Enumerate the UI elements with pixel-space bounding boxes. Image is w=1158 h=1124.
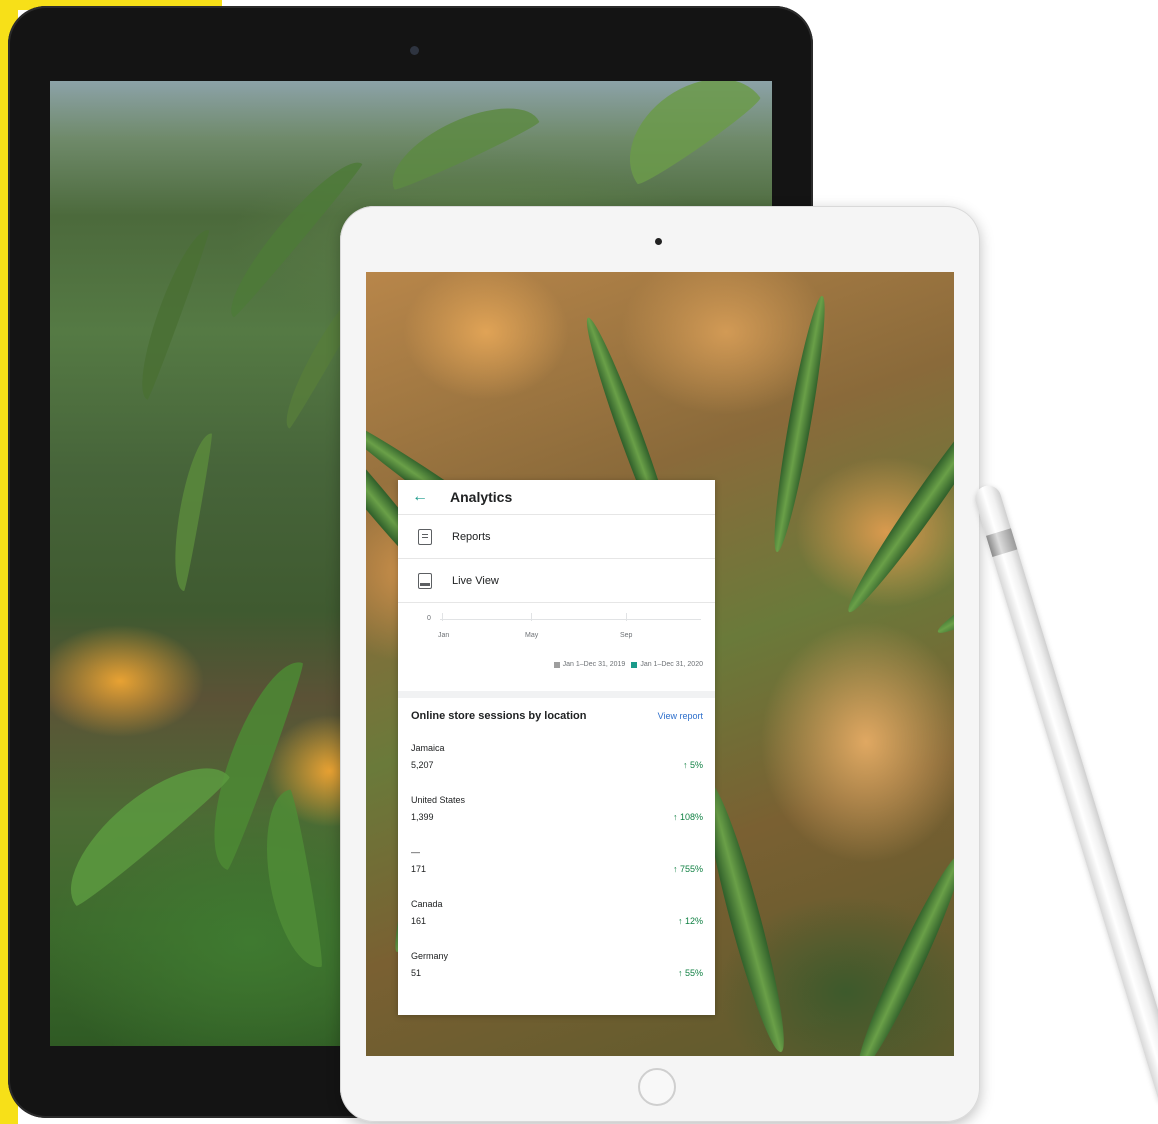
view-report-link[interactable]: View report (658, 711, 703, 721)
home-button (638, 1068, 676, 1106)
legend-swatch-2020 (631, 661, 638, 668)
sessions-chart: 0 Jan May Sep Jan 1–Dec 31, 2019 Jan 1–D… (398, 603, 715, 698)
location-sessions: 1,399 (411, 812, 434, 822)
menu-item-reports[interactable]: Reports (398, 515, 715, 559)
chart-axis (440, 619, 701, 620)
list-item: Jamaica 5,207 ↑ 5% (411, 734, 703, 772)
live-view-icon (418, 572, 432, 589)
location-sessions: 51 (411, 968, 422, 978)
front-camera (655, 238, 662, 245)
location-change: ↑ 755% (672, 864, 703, 874)
location-name: — (411, 847, 420, 857)
chart-tick (442, 613, 443, 621)
location-name: Canada (411, 899, 443, 909)
location-sessions: 5,207 (411, 760, 434, 770)
front-tablet: ← Analytics Reports Live View 0 Jan May … (340, 206, 980, 1122)
menu-item-live-view[interactable]: Live View (398, 559, 715, 603)
back-arrow-icon[interactable]: ← (412, 489, 428, 505)
chart-x-label: Sep (620, 632, 633, 639)
list-item: — 171 ↑ 755% (411, 824, 703, 876)
menu-item-label: Live View (452, 574, 499, 587)
location-sessions: 171 (411, 864, 427, 874)
location-change: ↑ 5% (682, 760, 703, 770)
front-tablet-screen: ← Analytics Reports Live View 0 Jan May … (366, 272, 954, 1056)
location-change: ↑ 108% (672, 812, 703, 822)
sessions-header: Online store sessions by location View r… (411, 698, 703, 734)
chart-tick (531, 613, 532, 621)
chart-x-label: May (525, 632, 539, 639)
menu-item-label: Reports (452, 530, 491, 543)
location-sessions: 161 (411, 916, 427, 926)
list-item: United States 1,399 ↑ 108% (411, 772, 703, 824)
legend-swatch-2019 (553, 661, 560, 668)
location-name: Jamaica (411, 743, 445, 753)
page-title: Analytics (450, 489, 513, 505)
list-item: Canada 161 ↑ 12% (411, 876, 703, 928)
chart-y-zero-label: 0 (427, 615, 431, 622)
legend-label-2019: Jan 1–Dec 31, 2019 (562, 661, 626, 668)
location-change: ↑ 12% (677, 916, 703, 926)
stylus-band (986, 528, 1018, 557)
analytics-header: ← Analytics (398, 480, 715, 515)
list-item: Germany 51 ↑ 55% (411, 928, 703, 980)
sessions-by-location: Online store sessions by location View r… (398, 698, 715, 980)
location-name: United States (411, 795, 466, 805)
chart-tick (626, 613, 627, 621)
stylus-pencil (972, 482, 1158, 1103)
chart-x-label: Jan (438, 632, 450, 639)
location-name: Germany (411, 951, 449, 961)
legend-label-2020: Jan 1–Dec 31, 2020 (640, 661, 703, 668)
analytics-panel: ← Analytics Reports Live View 0 Jan May … (398, 480, 715, 1015)
chart-legend: Jan 1–Dec 31, 2019 Jan 1–Dec 31, 2020 (548, 661, 703, 668)
front-camera (410, 46, 419, 55)
section-title: Online store sessions by location (411, 710, 587, 722)
reports-icon (418, 528, 432, 545)
location-change: ↑ 55% (677, 968, 703, 978)
